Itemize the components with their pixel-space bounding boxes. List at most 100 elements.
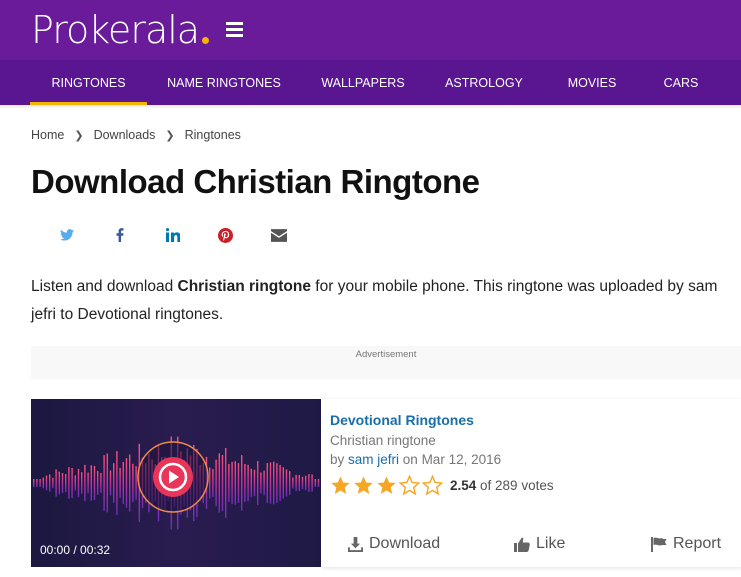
waveform-bar	[228, 464, 230, 502]
nav-item-name-ringtones[interactable]: NAME RINGTONES	[164, 60, 284, 105]
audio-player[interactable]: 00:00 / 00:32	[31, 399, 321, 567]
nav-item-movies[interactable]: MOVIES	[562, 60, 622, 105]
report-label: Report	[673, 535, 722, 552]
rating-text: 2.54 of 289 votes	[450, 478, 554, 493]
waveform-bar	[90, 465, 92, 501]
waveform-bar	[209, 467, 211, 499]
hamburger-icon[interactable]	[226, 22, 243, 37]
star-rating: 2.54 of 289 votes	[330, 475, 554, 496]
waveform-bar	[119, 467, 121, 499]
nav-item-astrology[interactable]: ASTROLOGY	[443, 60, 525, 105]
star-empty-icon[interactable]	[399, 475, 420, 496]
download-icon	[348, 536, 363, 552]
download-button[interactable]: Download	[348, 535, 440, 553]
twitter-icon	[59, 229, 74, 241]
breadcrumb-home[interactable]: Home	[31, 128, 64, 142]
description-ringtone-name: Christian ringtone	[177, 278, 311, 295]
waveform-bar	[292, 477, 294, 489]
waveform-bar	[106, 453, 108, 513]
uploader-link[interactable]: sam jefri	[348, 452, 399, 467]
waveform-bar	[253, 469, 256, 497]
waveform-bar	[81, 472, 83, 494]
share-pinterest-button[interactable]	[199, 222, 252, 248]
waveform-bar	[212, 469, 214, 497]
breadcrumb-downloads[interactable]: Downloads	[94, 128, 156, 142]
waveform-bar	[52, 477, 54, 489]
waveform-bar	[231, 461, 233, 505]
waveform-bar	[266, 463, 268, 503]
waveform-bar	[55, 469, 57, 497]
waveform-bar	[103, 455, 105, 511]
waveform-bar	[260, 472, 262, 494]
star-filled-icon[interactable]	[376, 475, 397, 496]
waveform-bar	[257, 461, 259, 505]
thumbs-up-icon	[514, 537, 530, 552]
waveform-bar	[68, 467, 70, 499]
ringtone-name: Christian ringtone	[330, 433, 436, 448]
waveform-bar	[129, 454, 131, 512]
waveform-bar	[308, 474, 310, 492]
play-button[interactable]	[153, 457, 193, 497]
waveform-bar	[58, 471, 60, 495]
waveform-bar	[135, 466, 137, 500]
waveform-bar	[314, 479, 316, 487]
waveform-bar	[113, 463, 115, 503]
waveform-bar	[87, 472, 89, 494]
by-label: by	[330, 452, 349, 467]
waveform-bar	[61, 472, 64, 494]
page-description: Listen and download Christian ringtone f…	[31, 273, 741, 329]
pinterest-icon	[218, 227, 233, 243]
description-prefix: Listen and download	[31, 278, 178, 295]
share-linkedin-button[interactable]	[146, 222, 199, 248]
star-filled-icon[interactable]	[330, 475, 351, 496]
facebook-icon	[116, 228, 123, 242]
waveform-bar	[45, 475, 48, 491]
share-email-button[interactable]	[252, 222, 305, 248]
page-title: Download Christian Ringtone	[31, 163, 480, 200]
waveform-bar	[74, 475, 76, 491]
site-header: Prokerala	[0, 0, 741, 60]
breadcrumb-ringtones[interactable]: Ringtones	[185, 128, 241, 142]
waveform-bar	[282, 467, 284, 499]
waveform-bar	[122, 462, 124, 504]
ringtone-info: Devotional Ringtones Christian ringtone …	[321, 399, 741, 567]
waveform-bar	[295, 474, 297, 492]
nav-item-wallpapers[interactable]: WALLPAPERS	[318, 60, 408, 105]
waveform-bar	[285, 469, 288, 497]
waveform-bar	[269, 462, 272, 504]
share-bar	[40, 222, 305, 248]
report-button[interactable]: Report	[651, 535, 721, 553]
waveform-bar	[39, 478, 41, 488]
linkedin-icon	[165, 228, 180, 242]
site-logo[interactable]: Prokerala	[31, 8, 200, 52]
waveform-bar	[241, 455, 243, 511]
waveform-bar	[234, 461, 236, 505]
on-label: on	[399, 452, 422, 467]
nav-item-ringtones[interactable]: RINGTONES	[30, 60, 147, 105]
ringtone-card: 00:00 / 00:32 Devotional Ringtones Chris…	[31, 399, 741, 567]
waveform-bar	[42, 477, 44, 489]
advertisement-label: Advertisement	[355, 349, 417, 360]
waveform-bar	[77, 468, 80, 498]
like-label: Like	[536, 535, 566, 552]
waveform-bar	[84, 464, 86, 502]
waveform-bar	[100, 473, 102, 493]
star-filled-icon[interactable]	[353, 475, 374, 496]
waveform-bar	[279, 464, 281, 502]
share-facebook-button[interactable]	[93, 222, 146, 248]
nav-item-cars[interactable]: CARS	[658, 60, 704, 105]
chevron-right-icon: ❯	[74, 129, 84, 142]
flag-icon	[651, 536, 667, 552]
waveform-bar	[263, 470, 265, 496]
share-twitter-button[interactable]	[40, 222, 93, 248]
waveform-bar	[298, 475, 300, 491]
waveform-bar	[93, 465, 96, 501]
waveform-bar	[49, 474, 51, 492]
waveform-bar	[250, 468, 252, 498]
logo-dot	[202, 37, 209, 44]
waveform-bar	[33, 479, 35, 487]
star-empty-icon[interactable]	[422, 475, 443, 496]
category-link[interactable]: Devotional Ringtones	[330, 412, 474, 428]
like-button[interactable]: Like	[514, 535, 565, 553]
waveform-bar	[116, 451, 118, 515]
